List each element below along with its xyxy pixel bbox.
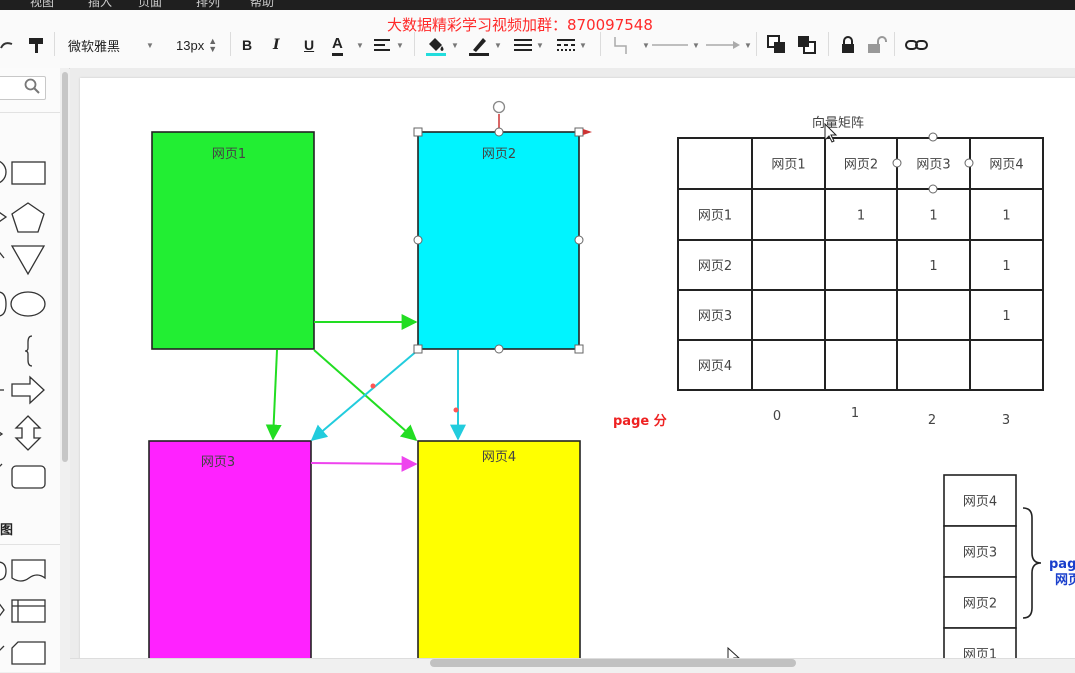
- font-family-select[interactable]: 微软雅黑 ▼: [68, 34, 158, 56]
- page-rank-label: page 分: [613, 413, 667, 429]
- index-label-3: 3: [1002, 413, 1010, 428]
- send-to-back-icon[interactable]: [797, 34, 817, 56]
- diagram-canvas: 网页1 网页2 网页3 网页4 向量矩阵 网页1 网页2 网页3 网页4网页1 1 1 1网…: [148, 100, 1075, 659]
- chevron-down-icon[interactable]: ▼: [352, 34, 364, 56]
- page-box-2-label: 网页2: [482, 147, 516, 162]
- stack-item-label: 网页1: [963, 648, 997, 659]
- matrix-cell: 1: [929, 209, 937, 224]
- bring-to-front-icon[interactable]: [767, 34, 787, 56]
- menubar: 视图 插入 页面 排列 帮助: [0, 0, 1075, 10]
- page-box-1[interactable]: [151, 131, 315, 350]
- matrix-row-header: 网页1: [698, 209, 732, 224]
- stack-item-label: 网页4: [963, 495, 997, 510]
- font-size-stepper[interactable]: 13px ▲ ▼: [176, 34, 217, 56]
- connector-style-icon[interactable]: ▼: [612, 34, 650, 56]
- font-color-button[interactable]: A: [332, 34, 343, 56]
- line-width-icon[interactable]: ▼: [514, 34, 544, 56]
- matrix-cell: 1: [1002, 209, 1010, 224]
- matrix-cell: 1: [857, 209, 865, 224]
- line-color-icon[interactable]: ▼: [468, 34, 502, 56]
- stack-label-line1: pag: [1049, 557, 1075, 572]
- stack-brace-icon: [1022, 507, 1042, 619]
- font-size-value: 13px: [176, 37, 205, 53]
- underline-button[interactable]: U: [304, 34, 314, 56]
- align-icon[interactable]: ▼: [374, 34, 404, 56]
- stack-item-label: 网页2: [963, 597, 997, 612]
- matrix-cell: 1: [1002, 309, 1010, 324]
- matrix-row-header: 网页4: [698, 359, 732, 374]
- fill-color-icon[interactable]: ▼: [425, 34, 459, 56]
- menu-item-arrange[interactable]: 排列: [196, 0, 220, 10]
- font-family-value: 微软雅黑: [68, 38, 121, 54]
- matrix-frame: [677, 137, 1044, 391]
- menu-item-view[interactable]: 视图: [30, 0, 54, 10]
- waypoint-dot[interactable]: [370, 383, 376, 389]
- link-icon[interactable]: [905, 34, 929, 56]
- index-label-1: 1: [851, 406, 859, 421]
- line-dash-icon[interactable]: ▼: [557, 34, 587, 56]
- chevron-down-icon: ▼: [146, 40, 154, 50]
- line-start-icon[interactable]: ▼: [652, 34, 700, 56]
- index-label-2: 2: [928, 413, 936, 428]
- matrix-col-header: 网页4: [989, 158, 1023, 173]
- line-end-arrow-icon[interactable]: ▼: [706, 34, 752, 56]
- waypoint-dot[interactable]: [453, 407, 459, 413]
- arrow-page3-to-page4[interactable]: [310, 455, 418, 472]
- bold-button[interactable]: B: [242, 34, 252, 56]
- stack-label-line2: 网页: [1055, 573, 1075, 588]
- page-box-4-label: 网页4: [482, 450, 516, 465]
- matrix-row-header: 网页2: [698, 259, 732, 274]
- arrow-page1-to-page3[interactable]: [265, 349, 282, 441]
- rotate-handle-icon: [492, 100, 506, 114]
- stack-item-label: 网页3: [963, 546, 997, 561]
- matrix-col-header: 网页3: [916, 158, 950, 173]
- matrix-title: 向量矩阵: [812, 115, 864, 131]
- watermark-text: 大数据精彩学习视频加群：870097548: [387, 16, 653, 34]
- page-box-1-label: 网页1: [212, 147, 246, 162]
- page-box-3-label: 网页3: [201, 455, 235, 470]
- lock-icon[interactable]: [840, 34, 856, 56]
- page-box-2[interactable]: [417, 131, 580, 350]
- matrix-row-header: 网页3: [698, 309, 732, 324]
- index-label-0: 0: [773, 409, 781, 424]
- menu-item-page[interactable]: 页面: [138, 0, 162, 10]
- canvas-horizontal-scrollbar-thumb[interactable]: [430, 659, 796, 667]
- unlock-icon[interactable]: [867, 34, 887, 56]
- mouse-cursor-icon: [727, 646, 740, 658]
- redo-icon[interactable]: [0, 34, 14, 56]
- matrix-cell: 1: [1002, 259, 1010, 274]
- matrix-cell: 1: [929, 259, 937, 274]
- italic-button[interactable]: I: [273, 34, 280, 56]
- page-box-4[interactable]: [417, 440, 581, 658]
- format-painter-icon[interactable]: [27, 34, 45, 56]
- menu-item-help[interactable]: 帮助: [250, 0, 274, 10]
- menu-item-insert[interactable]: 插入: [88, 0, 112, 10]
- page-stack[interactable]: 网页4 网页3 网页2 网页1: [943, 474, 1017, 659]
- page-box-3[interactable]: [148, 440, 312, 658]
- adjacency-matrix[interactable]: 网页1 网页2 网页3 网页4 网页1 1 1 1 网页2 1 1 网页3 1 网页4: [677, 137, 1044, 391]
- matrix-col-header: 网页2: [844, 158, 878, 173]
- stepper-arrows-icon: ▲ ▼: [208, 36, 218, 54]
- matrix-col-header: 网页1: [771, 158, 805, 173]
